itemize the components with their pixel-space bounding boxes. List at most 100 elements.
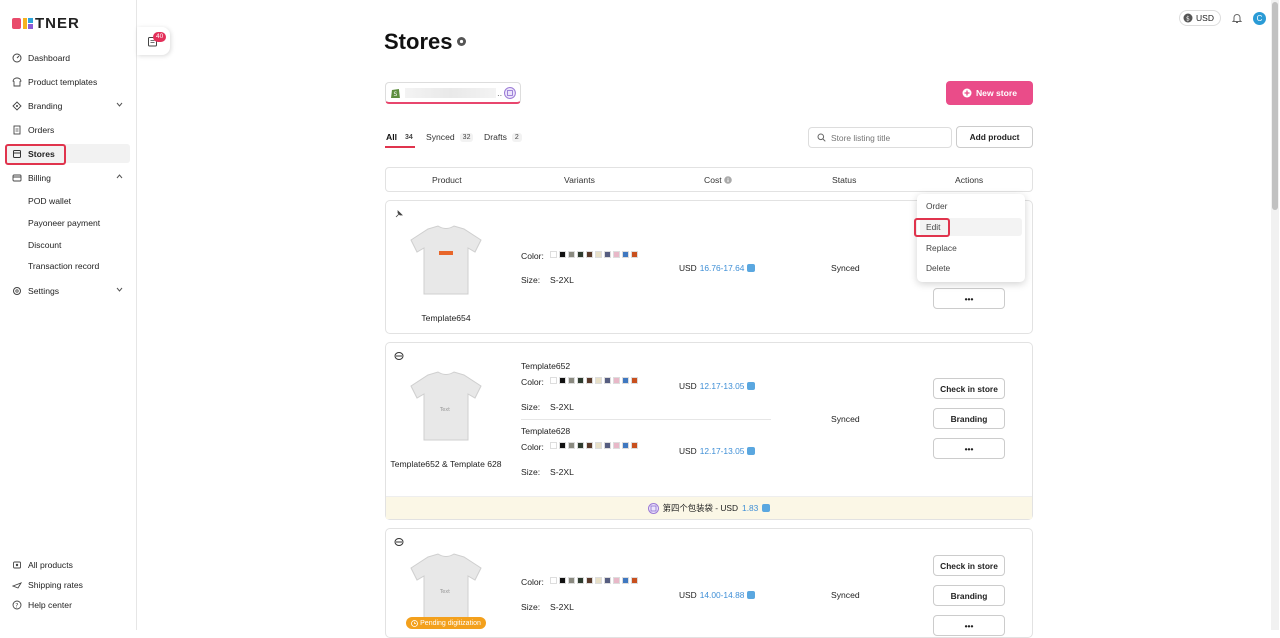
menu-item-order[interactable]: Order — [926, 201, 947, 211]
sidebar-item-label: Settings — [28, 285, 60, 296]
more-actions-button[interactable]: ••• — [933, 288, 1005, 309]
svg-text:Text: Text — [439, 589, 450, 595]
tab-synced[interactable]: Synced 32 — [426, 132, 474, 142]
new-store-button[interactable]: New store — [946, 81, 1033, 105]
color-swatch — [631, 577, 638, 584]
check-in-store-button[interactable]: Check in store — [933, 378, 1005, 399]
gear-icon[interactable] — [456, 36, 467, 47]
sidebar-subitem-discount[interactable]: Discount — [28, 240, 61, 250]
table-header: Product Variants Cost Status Actions — [385, 167, 1033, 192]
tag-icon — [12, 100, 22, 111]
branding-button[interactable]: Branding — [933, 408, 1005, 429]
add-product-button[interactable]: Add product — [956, 126, 1033, 148]
color-label: Color: — [521, 442, 544, 452]
tab-all[interactable]: All 34 — [386, 132, 416, 142]
sidebar-item-help-center[interactable]: ? Help center — [6, 595, 130, 614]
sidebar-item-label: Shipping rates — [28, 579, 83, 590]
cost-range: 14.00-14.88 — [699, 590, 745, 600]
highlight-box — [914, 218, 950, 237]
color-swatch — [577, 577, 584, 584]
notifications-button[interactable]: 40 — [137, 27, 170, 55]
color-swatch — [613, 377, 620, 384]
sidebar-item-branding[interactable]: Branding — [6, 96, 130, 115]
brand-logo[interactable]: PO TNER — [12, 15, 80, 32]
currency-icon: $ — [1183, 13, 1193, 23]
cost-value: USD 12.17-13.05 — [679, 446, 756, 456]
variant-name: Template652 — [521, 361, 571, 371]
orders-icon — [12, 125, 22, 135]
store-name-redacted — [404, 87, 497, 98]
packaging-banner: 第四个包装袋 - USD 1.83 — [386, 496, 1032, 519]
store-selector[interactable]: S .. — [385, 82, 521, 104]
color-swatch — [604, 377, 611, 384]
sidebar-item-label: All products — [28, 559, 73, 570]
cost-range: 16.76-17.64 — [699, 263, 745, 273]
status-text: Synced — [831, 263, 860, 273]
pending-label: Pending digitization — [420, 619, 481, 627]
column-header-status: Status — [832, 175, 857, 185]
color-swatch — [595, 442, 602, 449]
color-swatch — [568, 377, 575, 384]
color-swatch — [613, 251, 620, 258]
variant-name: Template628 — [521, 426, 571, 436]
avatar[interactable]: C — [1253, 11, 1266, 25]
search-input[interactable] — [831, 132, 946, 143]
menu-item-replace[interactable]: Replace — [926, 243, 957, 253]
more-actions-button[interactable]: ••• — [933, 438, 1005, 459]
coin-icon[interactable] — [747, 447, 756, 455]
coin-icon[interactable] — [747, 264, 756, 272]
size-value: S-2XL — [550, 402, 574, 412]
coin-icon[interactable] — [747, 591, 756, 599]
sidebar-item-label: Orders — [28, 124, 55, 135]
coin-icon[interactable] — [747, 382, 756, 390]
check-in-store-button[interactable]: Check in store — [933, 555, 1005, 576]
sidebar-item-dashboard[interactable]: Dashboard — [6, 48, 130, 67]
sidebar-item-all-products[interactable]: All products — [6, 555, 130, 574]
scrollbar-thumb[interactable] — [1272, 2, 1278, 210]
info-icon[interactable] — [724, 176, 732, 184]
currency-selector[interactable]: $ USD — [1179, 10, 1221, 26]
sidebar-item-orders[interactable]: Orders — [6, 120, 130, 139]
embroidery-icon — [394, 352, 404, 360]
sidebar-subitem-pod-wallet[interactable]: POD wallet — [28, 196, 71, 206]
tab-active-indicator — [385, 146, 415, 148]
sidebar-item-billing[interactable]: Billing — [6, 168, 130, 187]
sidebar-item-product-templates[interactable]: Product templates — [6, 72, 130, 91]
search-box[interactable] — [808, 127, 952, 148]
chevron-down-icon — [116, 102, 123, 107]
new-store-label: New store — [975, 88, 1018, 98]
color-swatch — [559, 377, 566, 384]
more-actions-button[interactable]: ••• — [933, 615, 1005, 636]
color-swatches — [550, 377, 640, 384]
variant-divider — [521, 419, 771, 420]
column-header-cost: Cost — [704, 175, 722, 185]
coin-icon[interactable] — [762, 504, 771, 512]
embroidery-icon — [394, 538, 404, 546]
sidebar-subitem-payoneer[interactable]: Payoneer payment — [28, 218, 100, 228]
color-swatch — [586, 251, 593, 258]
color-swatch — [586, 442, 593, 449]
product-name: Template652 & Template 628 — [390, 459, 502, 469]
shopify-icon: S — [390, 88, 400, 97]
color-swatch — [622, 377, 629, 384]
tab-drafts[interactable]: Drafts 2 — [484, 132, 522, 142]
sidebar-subitem-transaction-record[interactable]: Transaction record — [28, 261, 99, 271]
sidebar-item-label: Branding — [28, 100, 63, 111]
menu-item-delete[interactable]: Delete — [926, 263, 950, 273]
sidebar-item-settings[interactable]: Settings — [6, 281, 130, 300]
color-swatch — [568, 577, 575, 584]
color-swatch — [577, 442, 584, 449]
cost-value: USD 16.76-17.64 — [679, 263, 756, 273]
color-swatch — [604, 442, 611, 449]
branding-button[interactable]: Branding — [933, 585, 1005, 606]
color-swatch — [577, 251, 584, 258]
banner-text: 第四个包装袋 - USD — [662, 503, 739, 513]
bell-icon[interactable] — [1231, 12, 1243, 24]
logo-text: TNER — [35, 15, 80, 32]
color-swatch — [622, 577, 629, 584]
color-swatch — [568, 251, 575, 258]
size-label: Size: — [521, 602, 541, 612]
currency-label: USD — [1196, 13, 1214, 23]
pin-icon — [395, 210, 403, 218]
sidebar-item-shipping-rates[interactable]: Shipping rates — [6, 575, 130, 594]
